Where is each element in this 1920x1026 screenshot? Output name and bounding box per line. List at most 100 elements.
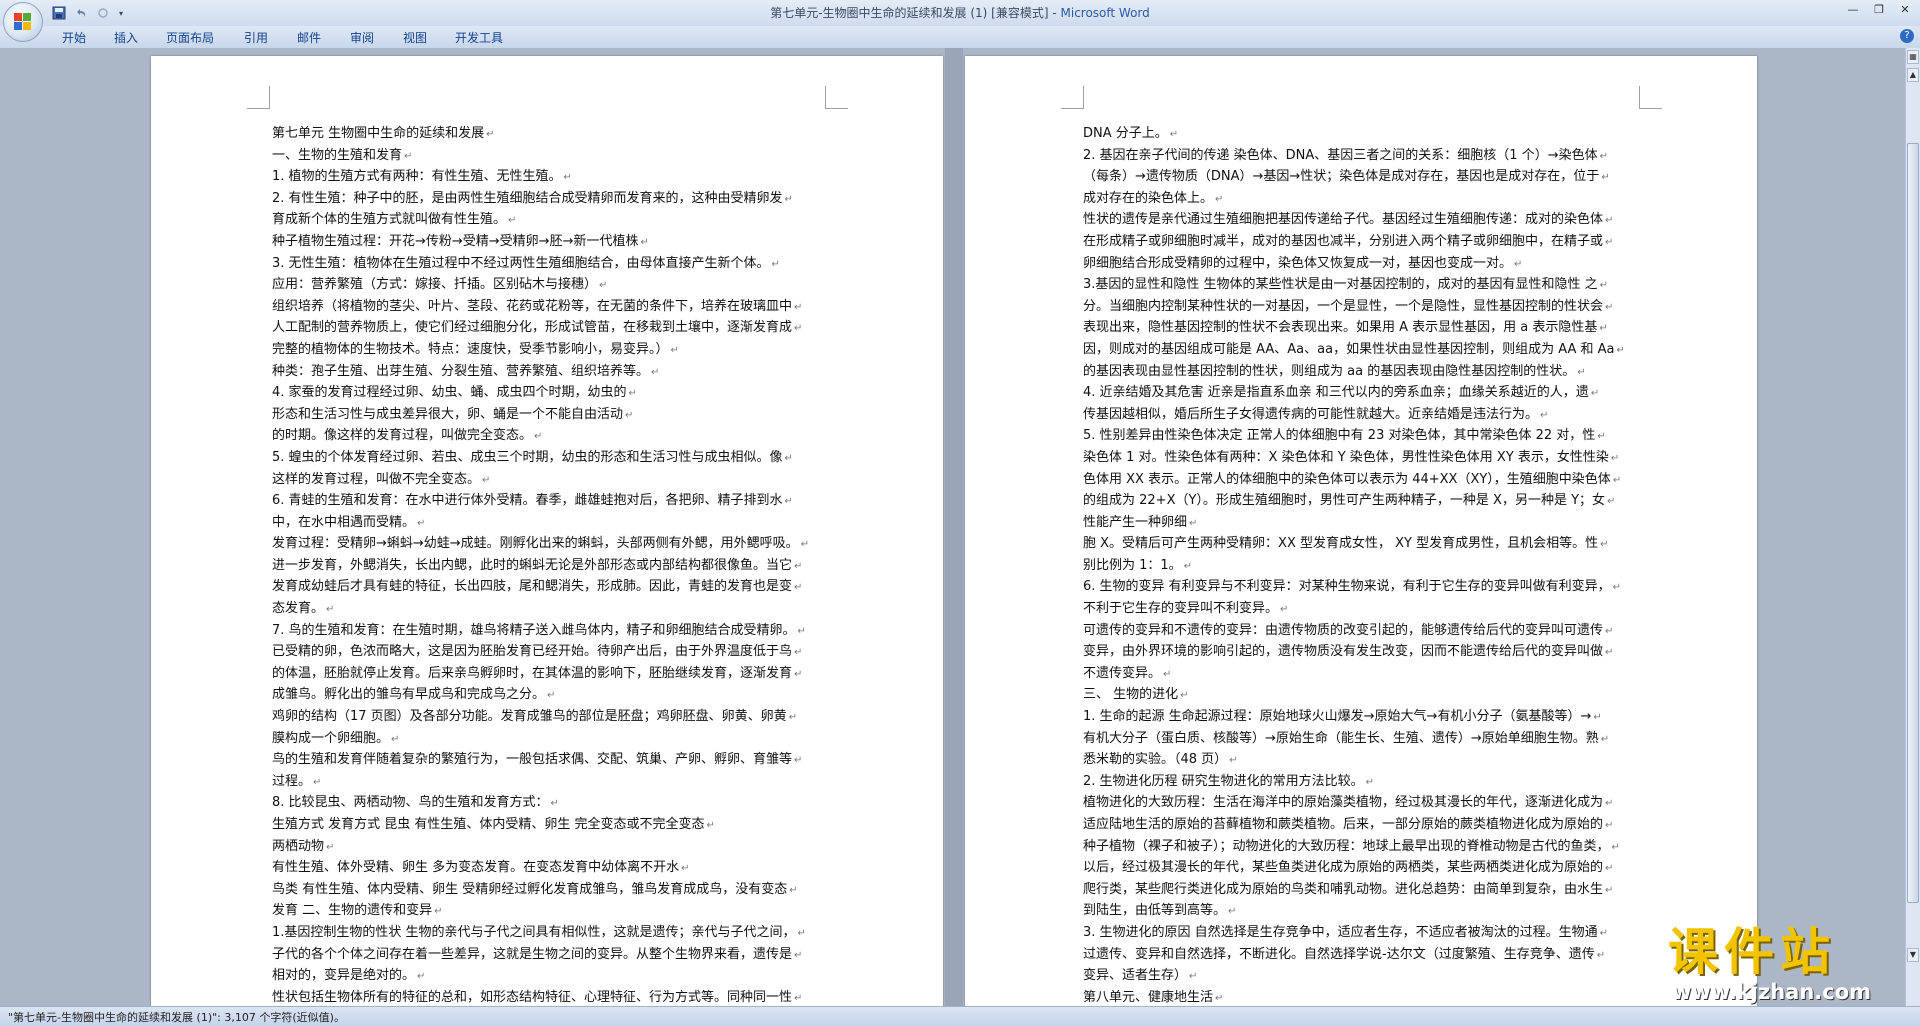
text-line: 发育 二、生物的遗传和变异 ↵	[272, 901, 977, 923]
paragraph-mark-icon: ↵	[434, 906, 443, 918]
paragraph-mark-icon: ↵	[1605, 236, 1614, 248]
text-line-content: 完整的植物体的生物技术。特点：速度快，受季节影响小，易变异。）	[272, 341, 669, 357]
text-line: 因，则成对的基因组成可能是 AA、Aa、aa，如果性状由显性基因控制，则组成为 …	[1083, 340, 1638, 362]
text-line: 人工配制的营养物质上，使它们经过细胞分化，形成试管苗，在移栽到土壤中，逐渐发育成…	[272, 318, 977, 340]
paragraph-mark-icon: ↵	[1601, 172, 1610, 184]
text-line-content: 6. 青蛙的生殖和发育：在水中进行体外受精。春季，雌雄蛙抱对后，各把卵、精子排到…	[272, 493, 783, 509]
document-page-right[interactable]: DNA 分子上。 ↵ 2. 基因在亲子代间的传递 染色体、DNA、基因三者之间的关系…	[965, 56, 1757, 1006]
text-line: 爬行类，某些爬行类进化成为原始的鸟类和哺乳动物。进化总趋势：由简单到复杂，由水生…	[1083, 880, 1638, 902]
paragraph-mark-icon: ↵	[1189, 971, 1198, 983]
scroll-down-icon[interactable]: ▼	[1907, 948, 1919, 962]
text-line: 1.基因控制生物的性状 生物的亲代与子代之间具有相似性，这就是遗传；亲代与子代之…	[272, 923, 977, 945]
paragraph-mark-icon: ↵	[670, 344, 679, 356]
paragraph-mark-icon: ↵	[1599, 150, 1608, 162]
text-line: 分。当细胞内控制某种性状的一对基因，一个是显性，一个是隐性，显性基因控制的性状会…	[1083, 297, 1638, 319]
paragraph-mark-icon: ↵	[1611, 841, 1620, 853]
help-icon[interactable]: ?	[1900, 29, 1914, 43]
text-line: 以后，经过极其漫长的年代，某些鱼类进化成为原始的两栖类，某些两栖类进化成为原始的…	[1083, 858, 1638, 880]
tab-view[interactable]: 视图	[403, 29, 427, 46]
tab-developer[interactable]: 开发工具	[455, 29, 503, 46]
paragraph-mark-icon: ↵	[651, 366, 660, 378]
paragraph-mark-icon: ↵	[794, 992, 803, 1004]
text-line-content: 态发育。	[272, 601, 325, 617]
paragraph-mark-icon: ↵	[417, 971, 426, 983]
text-line: 有性生殖、体外受精、卵生 多为变态发育。在变态发育中幼体离不开水 ↵	[272, 858, 977, 880]
text-line-content: 悉米勒的实验。（48 页）	[1083, 752, 1228, 768]
text-line-content: 生殖方式 发育方式 昆虫 有性生殖、体内受精、卵生 完全变态或不完全变态	[272, 817, 705, 832]
paragraph-mark-icon: ↵	[1605, 884, 1614, 896]
paragraph-mark-icon: ↵	[486, 129, 495, 140]
ruler-toggle-icon[interactable]: ▦	[1907, 50, 1919, 64]
paragraph-mark-icon: ↵	[1616, 344, 1625, 356]
tab-review[interactable]: 审阅	[350, 29, 374, 46]
text-line-content: 变异、适者生存）	[1083, 968, 1188, 984]
tab-mailings[interactable]: 邮件	[297, 29, 321, 46]
text-line-content: 育成新个体的生殖方式就叫做有性生殖。	[272, 212, 507, 228]
text-line: 进一步发育，外鳃消失，长出内鳃，此时的蝌蚪无论是外部形态或内部结构都很像鱼。当它…	[272, 556, 977, 578]
text-line-content: 染色体 1 对。性染色体有两种：X 染色体和 Y 染色体，男性性染色体用 XY …	[1083, 449, 1609, 465]
text-line: 变异，由外界环境的影响引起的，遗传物质没有发生改变，因而不能遗传给后代的变异叫做…	[1083, 642, 1638, 664]
paragraph-mark-icon: ↵	[599, 280, 608, 292]
text-line-content: 不利于它生存的变异叫不利变异。	[1083, 601, 1279, 617]
paragraph-mark-icon: ↵	[1215, 193, 1224, 205]
text-line-content: 第七单元 生物圈中生命的延续和发展	[272, 126, 485, 141]
text-line: 传基因越相似，婚后所生子女得遗传病的可能性就越大。近亲结婚是违法行为。 ↵	[1083, 405, 1638, 427]
close-icon[interactable]: ✕	[1892, 0, 1918, 18]
maximize-icon[interactable]: ❐	[1866, 0, 1892, 18]
page-text-right[interactable]: DNA 分子上。 ↵ 2. 基因在亲子代间的传递 染色体、DNA、基因三者之间的关系…	[1083, 124, 1638, 1006]
app-name: Microsoft Word	[1060, 6, 1150, 20]
paragraph-mark-icon: ↵	[1215, 992, 1224, 1004]
text-line: 成对存在的染色体上。 ↵	[1083, 189, 1638, 211]
text-line: 过遗传、变异和自然选择，不断进化。自然选择学说-达尔文（过度繁殖、生存竞争、遗传…	[1083, 945, 1638, 967]
text-line: 两栖动物 ↵	[272, 837, 977, 859]
text-line-content: 4. 近亲结婚及其危害 近亲是指直系血亲 和三代以内的旁系血亲；血缘关系越近的人…	[1083, 385, 1589, 401]
text-line-content: 进一步发育，外鳃消失，长出内鳃，此时的蝌蚪无论是外部形态或内部结构都很像鱼。当它	[272, 557, 793, 573]
text-line: 表现出来，隐性基因控制的性状不会表现出来。如果用 A 表示显性基因，用 a 表示…	[1083, 318, 1638, 340]
paragraph-mark-icon: ↵	[706, 820, 715, 831]
paragraph-mark-icon: ↵	[794, 323, 803, 335]
text-line-content: 发育过程：受精卵→蝌蚪→幼蛙→成蛙。刚孵化出来的蝌蚪，头部两侧有外鳃，用外鳃呼吸…	[272, 536, 799, 552]
vertical-scrollbar[interactable]: ▦ ▲ ▼	[1905, 48, 1920, 1006]
status-word-count[interactable]: "第七单元-生物圈中生命的延续和发展 (1)": 3,107 个字符(近似值)。	[8, 1009, 345, 1025]
scroll-thumb[interactable]	[1907, 143, 1919, 903]
tab-insert[interactable]: 插入	[114, 29, 138, 46]
document-page-left[interactable]: 第七单元 生物圈中生命的延续和发展 ↵ 一、生物的生殖和发育 ↵ 1. 植物的生殖方式有…	[151, 56, 943, 1006]
text-line-content: 7. 鸟的生殖和发育：在生殖时期，雄鸟将精子送入雌鸟体内，精子和卵细胞结合成受精…	[272, 622, 796, 638]
office-button[interactable]	[3, 2, 43, 42]
text-line: 8. 比较昆虫、两栖动物、鸟的生殖和发育方式： ↵	[272, 793, 977, 815]
minimize-icon[interactable]: —	[1840, 0, 1866, 18]
page-text-left[interactable]: 第七单元 生物圈中生命的延续和发展 ↵ 一、生物的生殖和发育 ↵ 1. 植物的生殖方式有…	[272, 124, 977, 1006]
text-line: 在形成精子或卵细胞时减半，成对的基因也减半，分别进入两个精子或卵细胞中，在精子或…	[1083, 232, 1638, 254]
paragraph-mark-icon: ↵	[404, 150, 413, 162]
text-line-content: 胞 X。受精后可产生两种受精卵：XX 型发育成女性， XY 型发育成男性，且机会…	[1083, 536, 1599, 552]
paragraph-mark-icon: ↵	[794, 755, 803, 767]
tab-references[interactable]: 引用	[244, 29, 268, 46]
text-line-content: 不遗传变异。	[1083, 665, 1162, 681]
margin-corner	[1639, 86, 1662, 109]
text-line: 色体用 XX 表示。正常人的体细胞中的染色体可以表示为 44+XX（XY），生殖…	[1083, 470, 1638, 492]
text-line: 不利于它生存的变异叫不利变异。 ↵	[1083, 599, 1638, 621]
scroll-up-icon[interactable]: ▲	[1907, 68, 1919, 82]
text-line-content: 到陆生，由低等到高等。	[1083, 903, 1227, 919]
ribbon-tabs: 开始 插入 页面布局 引用 邮件 审阅 视图 开发工具 ?	[0, 26, 1920, 49]
window-title: 第七单元-生物圈中生命的延续和发展 (1) [兼容模式] - Microsoft…	[0, 4, 1920, 21]
paragraph-mark-icon: ↵	[788, 712, 798, 724]
paragraph-mark-icon: ↵	[800, 539, 810, 551]
paragraph-mark-icon: ↵	[313, 776, 322, 788]
text-line-content: 2. 生物进化历程 研究生物进化的常用方法比较。	[1083, 773, 1364, 789]
text-line-content: 这样的发育过程，叫做不完全变态。	[272, 471, 481, 487]
paragraph-mark-icon: ↵	[1593, 712, 1602, 724]
text-line: 种子植物生殖过程：开花→传粉→受精→受精卵→胚→新一代植株 ↵	[272, 232, 977, 254]
office-logo-icon	[14, 13, 32, 31]
tab-home[interactable]: 开始	[62, 29, 86, 46]
watermark-url: www.kjzhan.com	[1672, 980, 1872, 1004]
text-line: 性状的遗传是亲代通过生殖细胞把基因传递给子代。基因经过生殖细胞传递：成对的染色体…	[1083, 210, 1638, 232]
paragraph-mark-icon: ↵	[794, 949, 803, 961]
paragraph-mark-icon: ↵	[1596, 949, 1606, 961]
text-line: 种类：孢子生殖、出芽生殖、分裂生殖、营养繁殖、组织培养等。 ↵	[272, 362, 977, 384]
text-line: 不遗传变异。 ↵	[1083, 664, 1638, 686]
text-line: 形态和生活习性与成虫差异很大，卵、蛹是一个不能自由活动 ↵	[272, 405, 977, 427]
text-line: 完整的植物体的生物技术。特点：速度快，受季节影响小，易变异。） ↵	[272, 340, 977, 362]
paragraph-mark-icon: ↵	[482, 474, 491, 486]
tab-page-layout[interactable]: 页面布局	[166, 29, 214, 46]
